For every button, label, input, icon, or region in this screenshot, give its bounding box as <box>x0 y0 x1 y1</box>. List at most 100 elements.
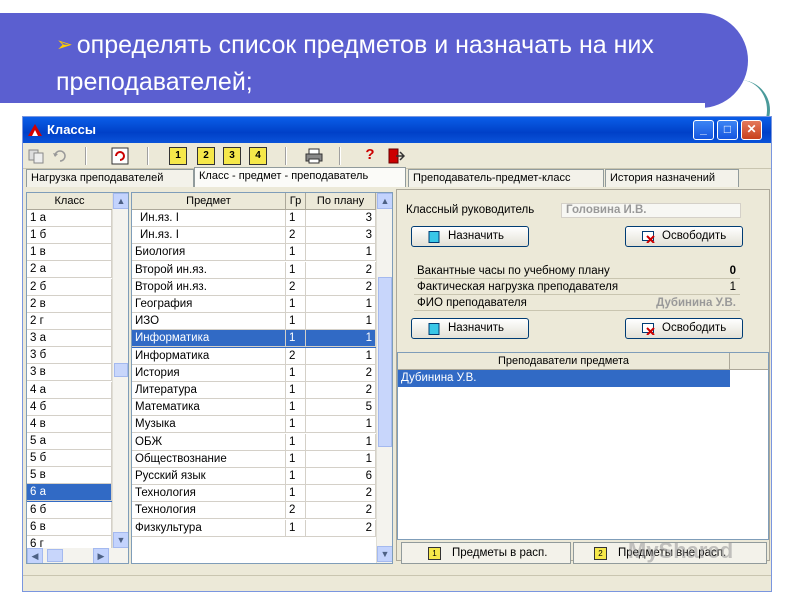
doc-2-icon[interactable]: 2 <box>197 147 215 165</box>
subject-row[interactable]: Информатика 1 1 <box>132 330 376 348</box>
subject-plan-cell: 2 <box>306 485 376 503</box>
close-button[interactable]: ✕ <box>741 120 762 140</box>
subject-row[interactable]: Литература 1 2 <box>132 382 376 399</box>
scroll-thumb[interactable] <box>114 363 128 377</box>
slide-bullet-label: определять список предметов и назначать … <box>56 31 654 96</box>
tab-teacher-subject-class[interactable]: Преподаватель-предмет-класс <box>408 169 604 187</box>
copy-icon[interactable] <box>27 147 45 165</box>
subject-group-cell: 2 <box>286 347 306 365</box>
subject-row[interactable]: Технология 1 2 <box>132 485 376 503</box>
subject-row[interactable]: Обществознание 1 1 <box>132 450 376 468</box>
teacher-row[interactable]: Дубинина У.В. <box>398 370 730 388</box>
class-row[interactable]: 3 а <box>27 330 112 348</box>
column-header-subject-teachers[interactable]: Преподаватели предмета <box>398 353 730 370</box>
class-row[interactable]: 2 б <box>27 278 112 296</box>
class-row[interactable]: 2 а <box>27 261 112 279</box>
subject-group-cell: 1 <box>286 485 306 503</box>
subject-row[interactable]: Русский язык 1 6 <box>132 468 376 485</box>
release-class-teacher-button[interactable]: Освободить <box>625 226 743 247</box>
subject-group-cell: 1 <box>286 313 306 331</box>
scroll-left-arrow-icon[interactable]: ◀ <box>27 548 43 563</box>
class-row[interactable]: 3 б <box>27 347 112 365</box>
help-icon[interactable]: ? <box>361 147 379 165</box>
class-row[interactable]: 6 в <box>27 518 112 536</box>
subjects-grid-header: Предмет Гр По плану <box>132 193 376 210</box>
class-row[interactable]: 6 а <box>27 484 112 502</box>
class-list-hscroll[interactable]: ◀ ▶ <box>27 548 128 563</box>
class-row[interactable]: 3 в <box>27 364 112 382</box>
release-teacher-button[interactable]: Освободить <box>625 318 743 339</box>
class-row[interactable]: 1 б <box>27 227 112 245</box>
subject-row[interactable]: Второй ин.яз. 1 2 <box>132 261 376 279</box>
class-row[interactable]: 4 в <box>27 415 112 433</box>
subject-group-cell: 1 <box>286 433 306 451</box>
subject-plan-cell: 2 <box>306 519 376 537</box>
assign-teacher-button[interactable]: Назначить <box>411 318 529 339</box>
scroll-thumb[interactable] <box>378 277 392 447</box>
subject-subject-cell: История <box>132 364 286 382</box>
subject-row[interactable]: Технология 2 2 <box>132 502 376 520</box>
subject-plan-cell: 2 <box>306 502 376 520</box>
subject-row[interactable]: ОБЖ 1 1 <box>132 433 376 451</box>
subject-row[interactable]: История 1 2 <box>132 364 376 382</box>
subject-row[interactable]: Информатика 2 1 <box>132 347 376 365</box>
button-label: Назначить <box>448 230 505 242</box>
print-icon[interactable] <box>305 147 323 165</box>
class-row[interactable]: 5 а <box>27 432 112 450</box>
undo-icon[interactable] <box>51 147 69 165</box>
minimize-button[interactable]: _ <box>693 120 714 140</box>
subject-row[interactable]: Ин.яз. I23 <box>132 227 376 245</box>
class-row[interactable]: 2 г <box>27 312 112 330</box>
subject-row[interactable]: География 1 1 <box>132 296 376 313</box>
subjects-grid-vscroll[interactable]: ▲ ▼ <box>376 193 392 563</box>
class-row[interactable]: 1 в <box>27 244 112 262</box>
column-header-plan[interactable]: По плану <box>306 193 376 210</box>
refresh-icon[interactable] <box>111 147 129 165</box>
doc-4-icon[interactable]: 4 <box>249 147 267 165</box>
assign-class-teacher-button[interactable]: Назначить <box>411 226 529 247</box>
subject-group-cell: 1 <box>286 450 306 468</box>
scroll-right-arrow-icon[interactable]: ▶ <box>93 548 109 563</box>
tab-assignment-history[interactable]: История назначений <box>605 169 739 187</box>
class-list-vscroll[interactable]: ▲ ▼ <box>112 193 128 549</box>
class-row[interactable]: 1 а <box>27 210 112 227</box>
vacant-hours-label: Вакантные часы по учебному плану <box>417 265 610 277</box>
vacant-hours-row: Вакантные часы по учебному плану 0 <box>414 265 740 279</box>
class-row[interactable]: 5 в <box>27 467 112 485</box>
teacher-name-row: ФИО преподавателя Дубинина У.В. <box>414 297 740 311</box>
scroll-down-arrow-icon[interactable]: ▼ <box>377 546 392 562</box>
subject-row[interactable]: ИЗО 1 1 <box>132 313 376 331</box>
subject-row[interactable]: Биология 1 1 <box>132 244 376 262</box>
toolbar: 1 2 3 4 ? <box>23 143 771 169</box>
subject-row[interactable]: Музыка 1 1 <box>132 416 376 434</box>
class-row[interactable]: 5 б <box>27 450 112 468</box>
class-row[interactable]: 4 б <box>27 398 112 416</box>
column-header-group[interactable]: Гр <box>286 193 306 210</box>
subject-subject-cell: Ин.яз. I <box>132 210 286 227</box>
scroll-thumb[interactable] <box>47 549 63 562</box>
subject-row[interactable]: Ин.яз. I13 <box>132 210 376 227</box>
scroll-up-arrow-icon[interactable]: ▲ <box>113 193 128 209</box>
actual-load-label: Фактическая нагрузка преподавателя <box>417 281 619 293</box>
column-header-subject[interactable]: Предмет <box>132 193 286 210</box>
title-bar[interactable]: Классы _ □ ✕ <box>23 117 771 143</box>
doc-1-icon[interactable]: 1 <box>169 147 187 165</box>
class-teacher-value: Головина И.В. <box>561 203 741 218</box>
subjects-in-schedule-button[interactable]: 1 Предметы в расп. <box>401 542 571 564</box>
actual-load-row: Фактическая нагрузка преподавателя 1 <box>414 281 740 295</box>
class-row[interactable]: 4 а <box>27 381 112 399</box>
subject-row[interactable]: Физкультура 1 2 <box>132 519 376 537</box>
class-row[interactable]: 2 в <box>27 295 112 313</box>
subject-row[interactable]: Второй ин.яз. 2 2 <box>132 278 376 296</box>
exit-icon[interactable] <box>387 147 405 165</box>
scroll-down-arrow-icon[interactable]: ▼ <box>113 532 128 548</box>
subject-row[interactable]: Математика 1 5 <box>132 399 376 417</box>
scroll-up-arrow-icon[interactable]: ▲ <box>377 193 392 209</box>
tab-class-subject-teacher[interactable]: Класс - предмет - преподаватель <box>194 167 406 187</box>
doc-3-icon[interactable]: 3 <box>223 147 241 165</box>
tab-teacher-load[interactable]: Нагрузка преподавателей <box>26 169 194 187</box>
maximize-button[interactable]: □ <box>717 120 738 140</box>
subject-subject-cell: Второй ин.яз. <box>132 261 286 279</box>
class-cell: 4 б <box>27 398 112 416</box>
class-row[interactable]: 6 б <box>27 501 112 519</box>
